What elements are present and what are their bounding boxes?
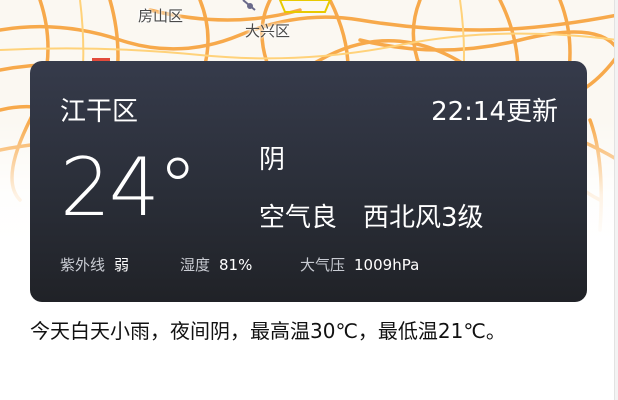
uv-value: 弱 (114, 256, 130, 274)
air-quality: 空气良 (259, 203, 338, 233)
district-name: 江干区 (60, 97, 139, 127)
humidity-value: 81% (219, 256, 253, 274)
wind-info: 西北风3级 (363, 203, 484, 233)
pressure-value: 1009hPa (354, 256, 420, 274)
forecast-summary: 今天白天小雨，夜间阴，最高温30℃，最低温21℃。 (30, 319, 506, 343)
weather-condition: 阴 (259, 145, 286, 175)
map-label-daxing: 大兴区 (245, 22, 291, 40)
uv-stat: 紫外线弱 (60, 254, 129, 275)
humidity-label: 湿度 (180, 256, 211, 274)
humidity-stat: 湿度 81% (180, 254, 252, 275)
current-temperature: 24° (60, 141, 198, 234)
uv-label: 紫外线 (60, 256, 106, 274)
update-time: 22:14更新 (431, 97, 558, 127)
pressure-stat: 大气压 1009hPa (300, 254, 419, 275)
weather-card: 江干区 22:14更新 24° 阴 空气良 西北风3级 紫外线弱 湿度 81% 大… (30, 61, 587, 302)
map-label-fangshan: 房山区 (138, 7, 184, 25)
pressure-label: 大气压 (300, 256, 346, 274)
scrollbar[interactable] (614, 0, 618, 400)
